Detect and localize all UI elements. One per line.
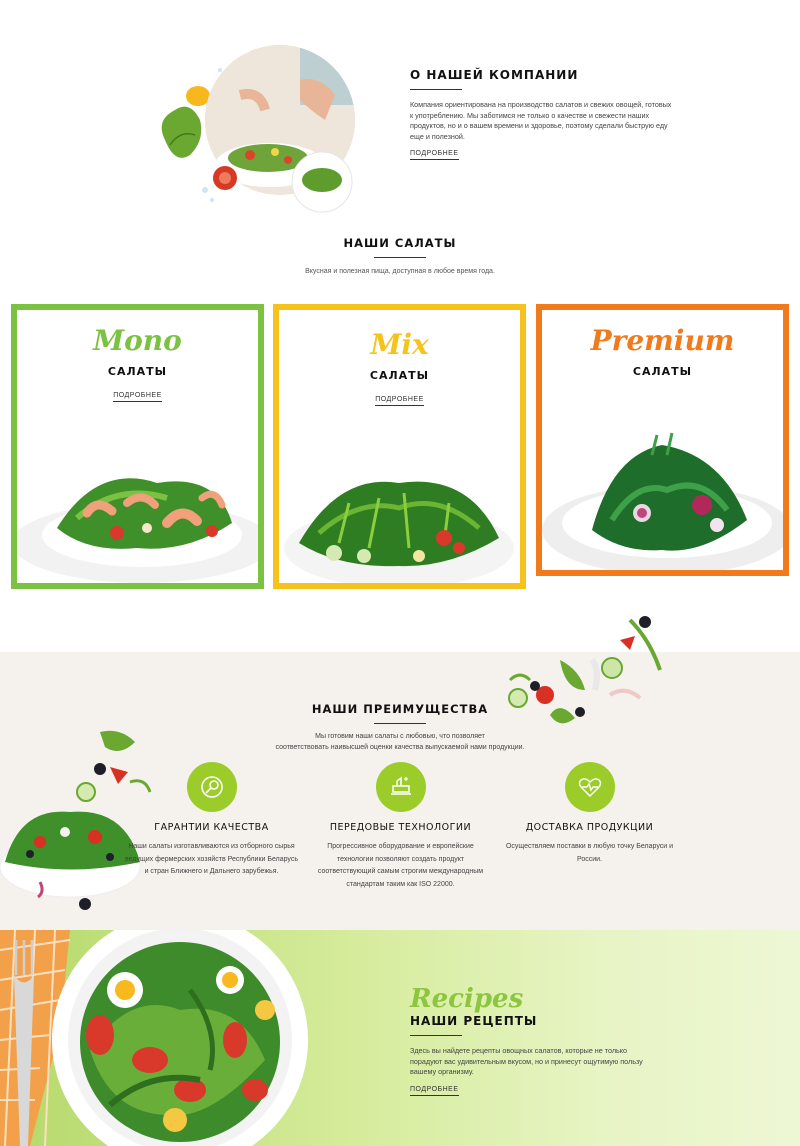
recipes-script-title: Recipes: [410, 984, 524, 1014]
mix-salad-image: [284, 481, 514, 583]
about-title-underline: [410, 89, 462, 90]
recipes-text-block: Recipes НАШИ РЕЦЕПТЫ Здесь вы найдете ре…: [410, 984, 680, 1096]
quality-icon: [200, 776, 223, 798]
recipes-description: Здесь вы найдете рецепты овощных салатов…: [410, 1046, 643, 1076]
salads-title-underline: [374, 257, 426, 258]
about-more-link[interactable]: ПОДРОБНЕЕ: [410, 150, 459, 160]
advantage-title: ГАРАНТИИ КАЧЕСТВА: [154, 822, 269, 833]
advantage-icon-circle: [186, 762, 237, 812]
advantages-title-underline: [374, 723, 426, 724]
advantage-text: Прогрессивное оборудование и европейские…: [317, 843, 484, 888]
advantages-title: НАШИ ПРЕИМУЩЕСТВА: [311, 702, 489, 716]
about-description: Компания ориентирована на производство с…: [410, 100, 672, 141]
card-title: САЛАТЫ: [107, 365, 168, 378]
advantage-icon-circle: [375, 762, 426, 812]
card-more-link[interactable]: ПОДРОБНЕЕ: [375, 396, 424, 406]
advantage-text: Наши салаты изготавливаются из отборного…: [124, 843, 298, 875]
about-title: О НАШЕЙ КОМПАНИИ: [410, 68, 579, 82]
card-title: САЛАТЫ: [369, 369, 430, 382]
recipes-more-link[interactable]: ПОДРОБНЕЕ: [410, 1086, 459, 1096]
advantage-title: ДОСТАВКА ПРОДУКЦИИ: [525, 822, 654, 833]
salad-card-mono[interactable]: Mono САЛАТЫ ПОДРОБНЕЕ: [11, 304, 264, 589]
about-text-block: О НАШЕЙ КОМПАНИИ Компания ориентирована …: [410, 68, 672, 160]
recipes-title: НАШИ РЕЦЕПТЫ: [410, 1014, 538, 1028]
technology-icon: [390, 776, 411, 795]
salads-header: НАШИ САЛАТЫ Вкусная и полезная пища, дос…: [0, 236, 800, 275]
shrimp-salad-image: [17, 478, 258, 583]
advantages-subtitle-line: соответствовать наивысшей оценки качеств…: [275, 743, 525, 751]
salads-title: НАШИ САЛАТЫ: [343, 236, 457, 250]
about-salad-image: [150, 40, 380, 220]
salads-subtitle: Вкусная и полезная пища, доступная в люб…: [305, 268, 495, 275]
premium-salad-image: [542, 432, 783, 570]
advantages-subtitle: Мы готовим наши салаты с любовью, что по…: [0, 732, 800, 753]
advantages-subtitle-line: Мы готовим наши салаты с любовью, что по…: [315, 733, 485, 740]
heart-pulse-icon: [578, 778, 601, 798]
recipes-salad-plate-image: [0, 930, 308, 1146]
card-script-title: Premium: [590, 324, 735, 357]
card-script-title: Mono: [93, 324, 182, 357]
salad-card-mix[interactable]: Mix САЛАТЫ ПОДРОБНЕЕ: [273, 304, 526, 589]
advantage-text: Осуществляем поставки в любую точку Бела…: [505, 843, 674, 863]
card-more-link[interactable]: ПОДРОБНЕЕ: [113, 392, 162, 402]
advantage-title: ПЕРЕДОВЫЕ ТЕХНОЛОГИИ: [329, 822, 472, 833]
advantages-header: НАШИ ПРЕИМУЩЕСТВА Мы готовим наши салаты…: [0, 702, 800, 753]
recipes-title-underline: [410, 1035, 462, 1036]
advantage-item-technology: ПЕРЕДОВЫЕ ТЕХНОЛОГИИ Прогрессивное обору…: [313, 762, 488, 891]
advantage-item-delivery: ДОСТАВКА ПРОДУКЦИИ Осуществляем поставки…: [502, 762, 677, 866]
advantage-icon-circle: [564, 762, 615, 812]
card-script-title: Mix: [370, 328, 429, 361]
advantage-item-quality: ГАРАНТИИ КАЧЕСТВА Наши салаты изготавлив…: [124, 762, 299, 879]
salad-card-premium[interactable]: Premium САЛАТЫ: [536, 304, 789, 576]
card-title: САЛАТЫ: [632, 365, 693, 378]
